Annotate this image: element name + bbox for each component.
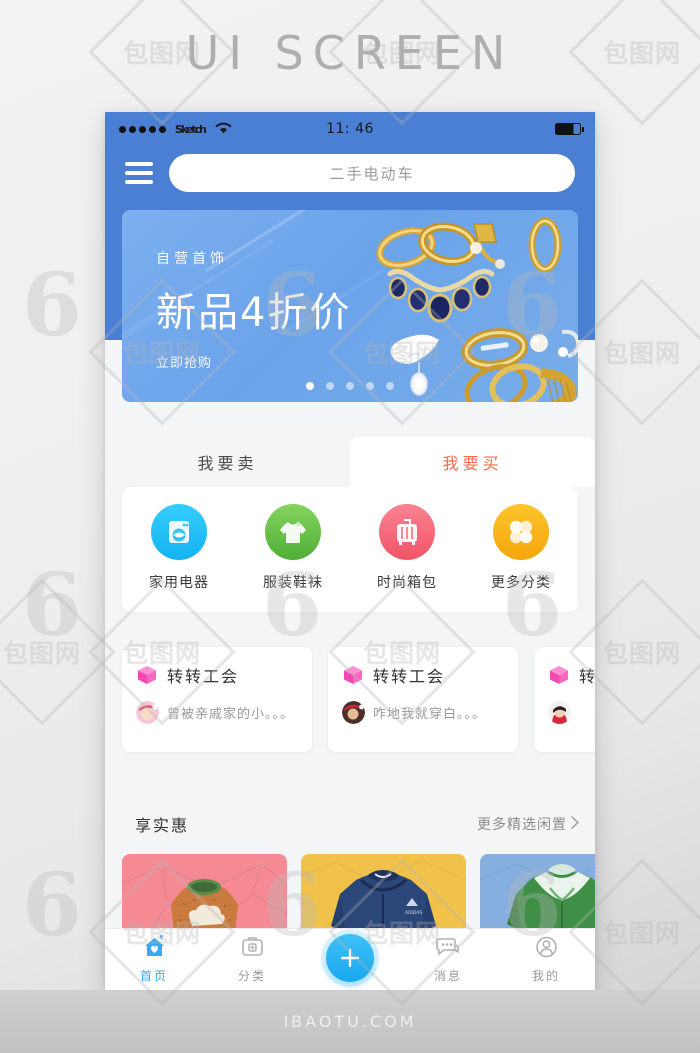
category-label: 更多分类 — [491, 575, 551, 591]
nav-item-home[interactable]: 首页 — [105, 932, 203, 984]
union-card-title: 转转工会 — [373, 667, 446, 686]
watermark-stamp: 包图网 — [0, 578, 116, 726]
page-title: UI SCREEN — [185, 26, 515, 80]
nav-item-profile[interactable]: 我的 — [497, 935, 595, 984]
washing-machine-icon — [151, 504, 207, 560]
union-card-desc: 曾被亲戚家的小。。。 — [167, 707, 295, 722]
category-item-appliances[interactable]: 家用电器 — [122, 504, 236, 592]
battery-icon — [555, 123, 584, 135]
search-row: 二手电动车 — [105, 146, 595, 192]
pink-cube-icon — [138, 666, 156, 684]
footer-band: IBAOTU.COM — [0, 990, 700, 1053]
hamburger-menu-icon[interactable] — [125, 162, 153, 184]
deals-header: 享实惠 更多精选闲置 — [135, 812, 580, 836]
watermark-logo: 6 — [22, 555, 82, 656]
union-card-body — [548, 701, 595, 724]
category-item-more[interactable]: 更多分类 — [464, 504, 578, 592]
nav-item-category[interactable]: 分类 — [203, 935, 301, 984]
bottom-navigation: 首页 分类 消息 我的 — [105, 928, 595, 990]
banner-copy: 自营首饰 新品4折价 立即抢购 — [156, 248, 351, 371]
nav-label: 消息 — [433, 968, 462, 983]
deals-more-label: 更多精选闲置 — [477, 817, 567, 833]
union-card-header: 转转工会 — [342, 663, 504, 687]
nav-label: 分类 — [237, 969, 266, 983]
avatar — [548, 701, 571, 724]
tab-buy[interactable]: 我要买 — [350, 437, 595, 487]
svg-text:2: 2 — [296, 520, 300, 528]
status-bar: Sketch 11: 46 — [105, 112, 595, 146]
union-card-title: 转 — [579, 667, 595, 686]
user-profile-icon — [534, 935, 559, 963]
plus-fab-icon[interactable] — [326, 933, 374, 982]
banner-title: 新品4折价 — [156, 290, 352, 336]
union-card-body: 咋地我就穿白。。。 — [342, 701, 504, 724]
avatar — [342, 701, 365, 724]
svg-text:ADIDAS: ADIDAS — [405, 910, 422, 916]
category-label: 服装鞋袜 — [263, 575, 323, 591]
deals-title: 享实惠 — [135, 816, 190, 835]
nav-item-messages[interactable]: 消息 — [399, 936, 497, 984]
jewelry-ring-right — [528, 218, 562, 272]
union-card-header: 转转工会 — [136, 663, 298, 687]
jewelry-bangles — [464, 363, 577, 402]
chat-bubble-icon — [435, 936, 461, 963]
suitcase-icon — [379, 504, 435, 560]
category-box-icon — [240, 935, 265, 963]
chevron-right-icon — [571, 815, 580, 833]
footer-text: IBAOTU.COM — [283, 1012, 417, 1031]
search-input[interactable]: 二手电动车 — [169, 154, 575, 192]
list-item[interactable]: 转 — [534, 647, 595, 752]
category-card: 家用电器 2 服装鞋袜 时尚箱包 更多分类 — [122, 487, 578, 612]
union-card-header: 转 — [548, 663, 595, 687]
home-heart-icon — [142, 932, 167, 963]
category-item-clothing[interactable]: 2 服装鞋袜 — [236, 504, 350, 592]
pink-cube-icon — [550, 666, 568, 684]
category-label: 家用电器 — [149, 575, 209, 591]
nav-item-publish[interactable] — [301, 933, 399, 986]
nav-label: 我的 — [531, 969, 560, 983]
tshirt-icon: 2 — [265, 504, 321, 560]
union-card-body: 曾被亲戚家的小。。。 — [136, 701, 298, 724]
grid-more-icon — [493, 504, 549, 560]
avatar — [136, 701, 159, 724]
promo-banner[interactable]: 自营首饰 新品4折价 立即抢购 — [122, 210, 578, 402]
status-time: 11: 46 — [326, 121, 374, 137]
banner-pagination-dots[interactable] — [306, 382, 394, 390]
union-card-desc: 咋地我就穿白。。。 — [373, 707, 487, 722]
list-item[interactable]: 转转工会 曾被亲戚家的小。。。 — [122, 647, 312, 752]
pink-cube-icon — [344, 666, 362, 684]
banner-eyebrow: 自营首饰 — [156, 251, 228, 267]
union-card-title: 转转工会 — [167, 667, 240, 686]
union-card-list: 转转工会 曾被亲戚家的小。。。 转转工会 咋地我就穿白。。。 转 — [122, 647, 595, 752]
jewelry-sapphire-necklace — [387, 268, 495, 323]
category-item-bags[interactable]: 时尚箱包 — [350, 504, 464, 592]
deals-more-link[interactable]: 更多精选闲置 — [477, 814, 580, 834]
watermark-logo: 6 — [22, 255, 82, 356]
tab-sell[interactable]: 我要卖 — [105, 437, 350, 487]
status-right — [555, 123, 584, 135]
watermark-logo: 6 — [22, 855, 82, 956]
banner-cta[interactable]: 立即抢购 — [156, 352, 351, 371]
jewelry-pearl-small — [530, 334, 548, 352]
sell-buy-tabs: 我要卖 我要买 — [105, 437, 595, 487]
category-label: 时尚箱包 — [377, 575, 437, 591]
search-placeholder: 二手电动车 — [329, 164, 415, 183]
phone-mockup: Sketch 11: 46 二手电动车 自营首饰 新品4折价 立即抢购 我要卖 … — [105, 112, 595, 990]
jewelry-crystal-earring — [558, 329, 578, 358]
list-item[interactable]: 转转工会 咋地我就穿白。。。 — [328, 647, 518, 752]
nav-label: 首页 — [139, 969, 168, 983]
